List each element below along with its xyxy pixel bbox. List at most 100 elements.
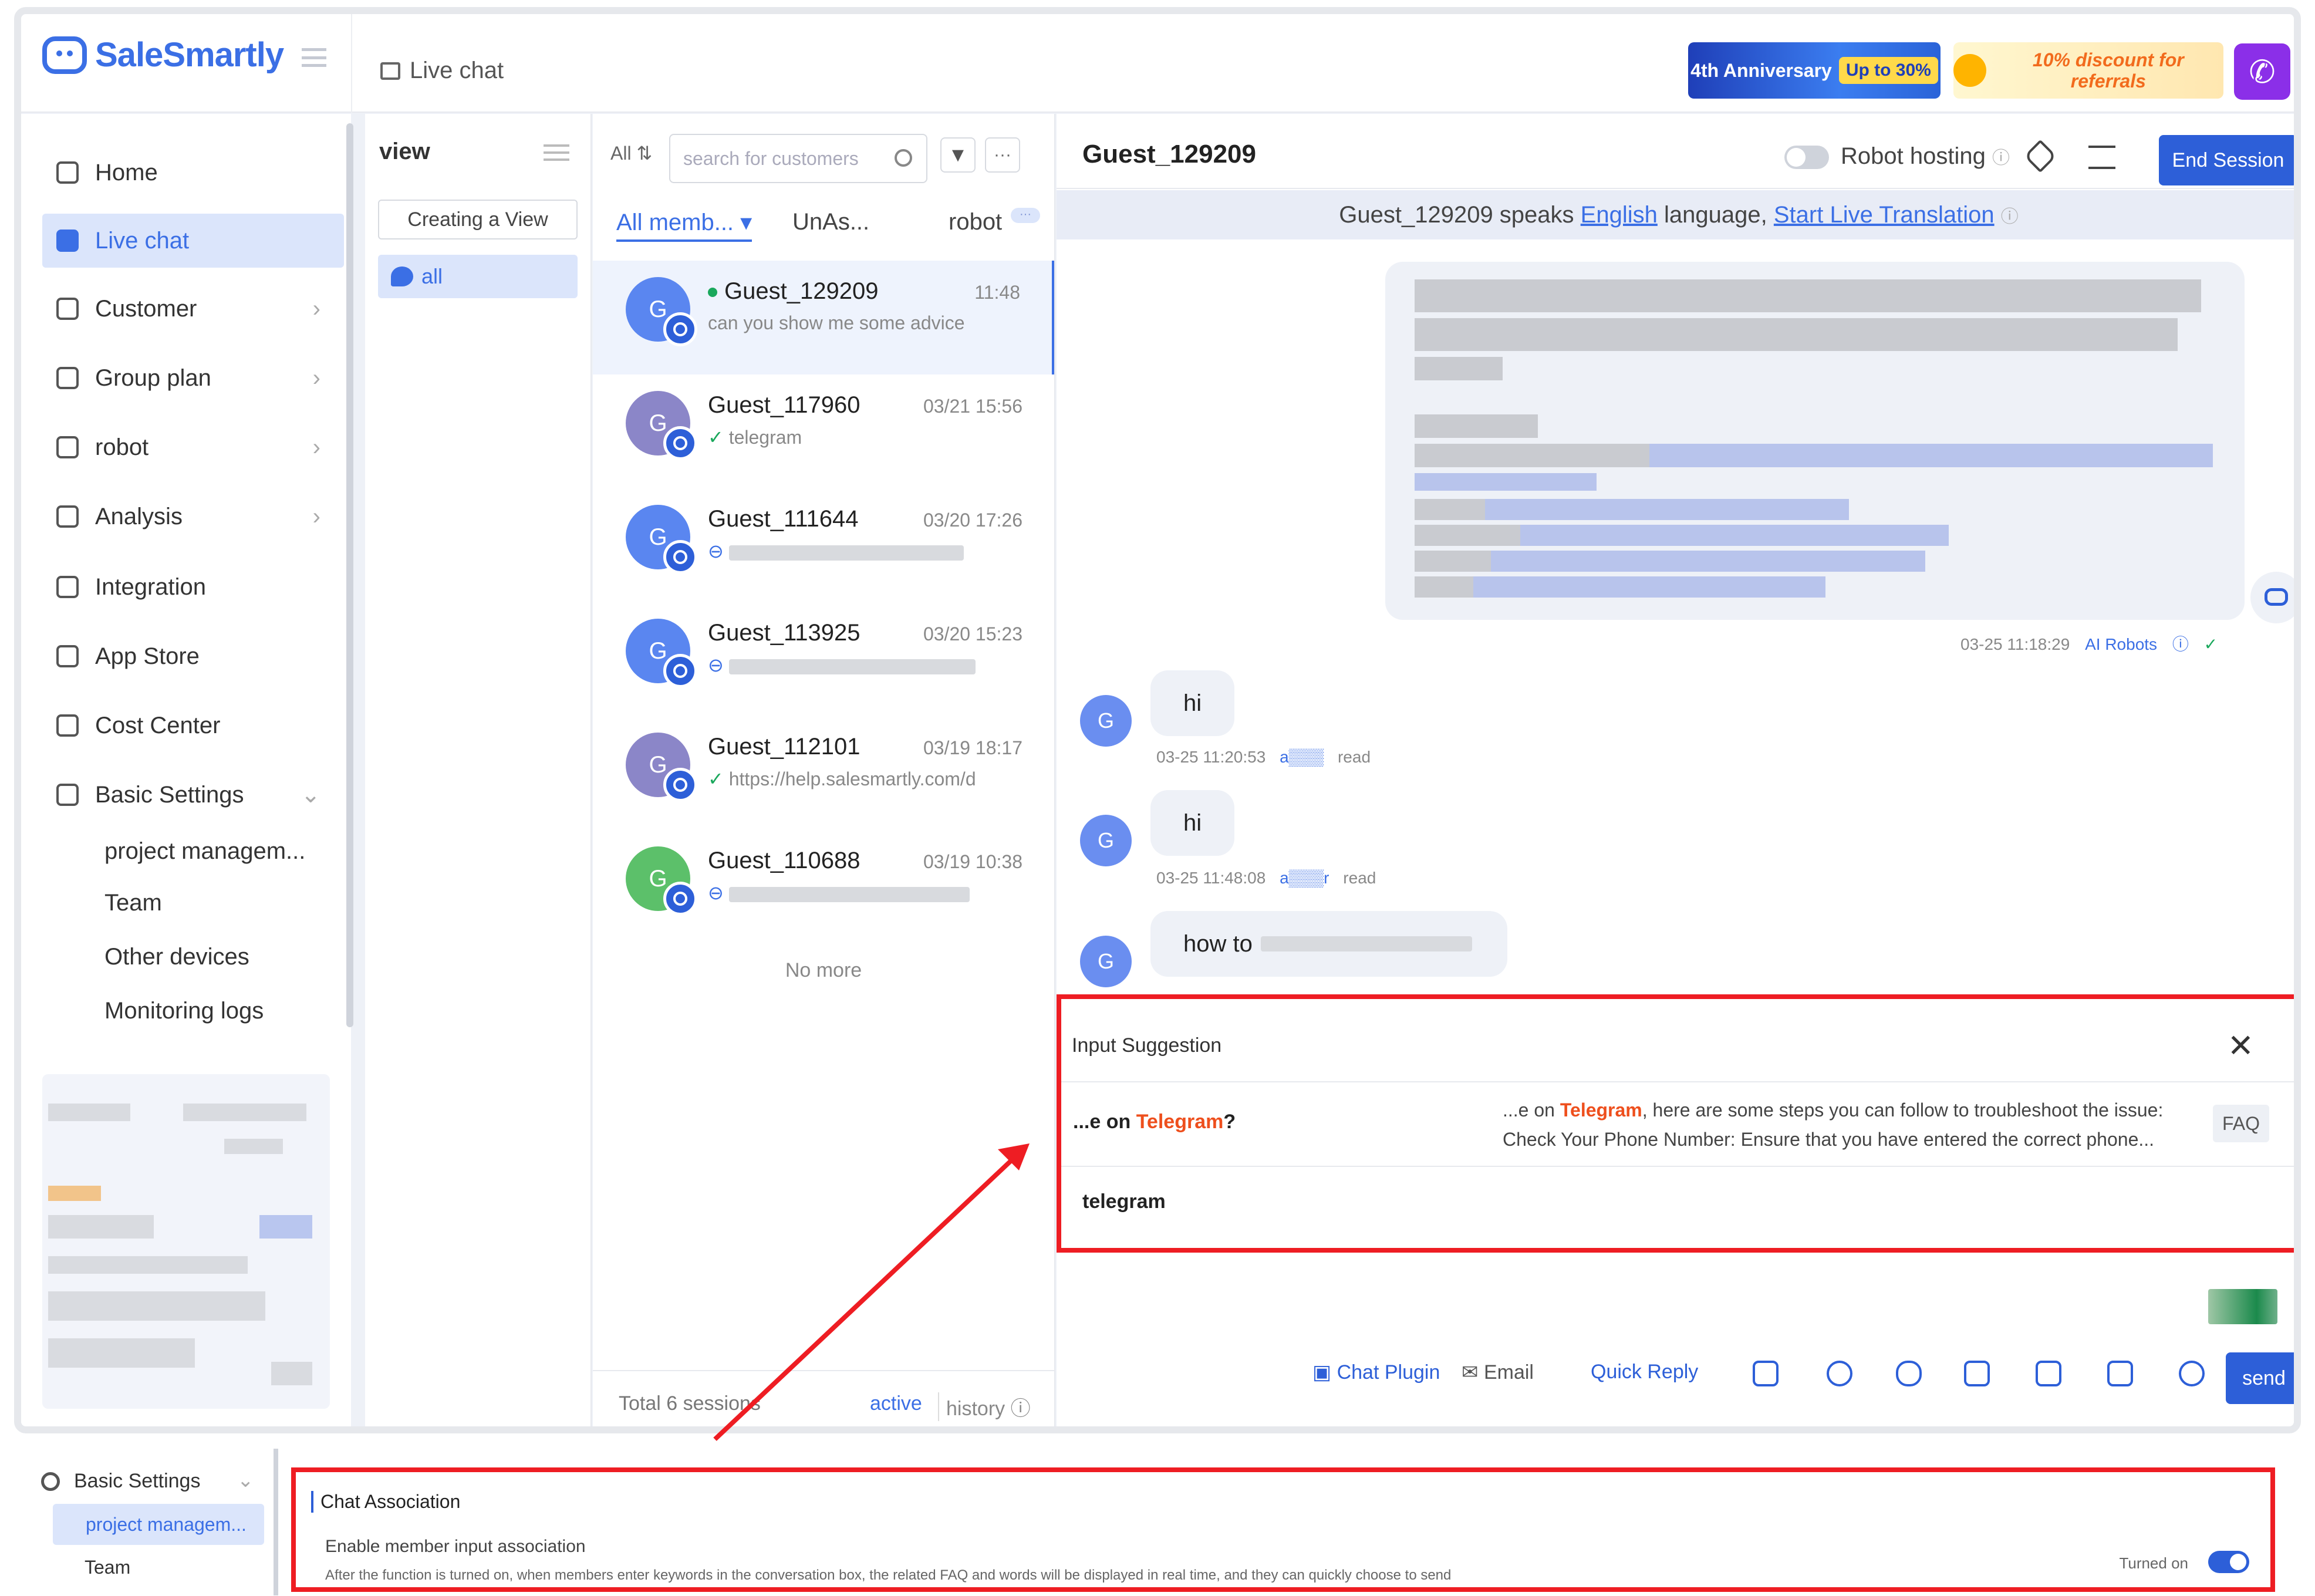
read-check-icon: ✓ — [708, 427, 729, 448]
email-tab[interactable]: ✉ Email — [1462, 1361, 1534, 1384]
sidebar-item-home[interactable]: Home — [42, 146, 344, 200]
settings-item-team[interactable]: Team — [85, 1557, 130, 1578]
chat-bubble-icon — [391, 266, 413, 286]
microphone-icon[interactable] — [1896, 1361, 1922, 1386]
quick-reply-button[interactable]: Quick Reply — [1591, 1361, 1698, 1384]
tab-live-chat[interactable]: Live chat — [380, 58, 504, 84]
tag-icon[interactable] — [2023, 139, 2057, 173]
whatsapp-icon[interactable]: ✆ — [2234, 43, 2290, 100]
tab-label: All memb... — [616, 210, 734, 235]
session-list: All ⇅ search for customers ▼ ··· All mem… — [593, 114, 1055, 1426]
language-link[interactable]: English — [1581, 202, 1658, 228]
image-icon[interactable] — [2036, 1361, 2061, 1386]
file-icon[interactable] — [1964, 1361, 1990, 1386]
avatar: G — [1080, 695, 1132, 747]
blurred-preview — [728, 659, 976, 674]
footer-active-link[interactable]: active — [870, 1392, 922, 1415]
session-item[interactable]: G Guest_112101 03/19 18:17 ✓ https://hel… — [593, 716, 1054, 830]
search-input[interactable]: search for customers — [669, 134, 927, 183]
robot-message-bubble — [1385, 262, 2245, 620]
create-view-button[interactable]: Creating a View — [378, 200, 578, 239]
faq-tag: FAQ — [2213, 1105, 2269, 1142]
blurred-text — [1415, 499, 1485, 520]
tab-robot[interactable]: robot — [949, 209, 1002, 235]
filter-button[interactable]: ▼ — [940, 137, 976, 173]
robot-hosting-text: Robot hosting — [1841, 143, 1986, 169]
member-input-association-toggle[interactable] — [2208, 1551, 2249, 1573]
help-icon: ⓘ — [2000, 207, 2019, 227]
collapse-menu-icon[interactable] — [302, 48, 326, 67]
footer-history-link[interactable]: history ⓘ — [938, 1392, 1031, 1421]
translation-banner: Guest_129209 speaks English language, St… — [1057, 190, 2294, 239]
blurred-badge — [48, 1186, 101, 1201]
session-item[interactable]: G Guest_111644 03/20 17:26 ⊖ — [593, 488, 1054, 602]
all-filter-dropdown[interactable]: All ⇅ — [610, 142, 652, 164]
emoji-icon[interactable] — [1827, 1361, 1852, 1386]
sidebar-item-label: Live chat — [95, 227, 190, 254]
blurred-text — [1415, 318, 2178, 351]
sidebar-item-live-chat[interactable]: Live chat — [42, 214, 344, 268]
sidebar-subitem-monitoring-logs[interactable]: Monitoring logs — [104, 998, 264, 1024]
link-icon[interactable] — [2179, 1361, 2205, 1386]
sidebar-item-group-plan[interactable]: Group plan › — [42, 351, 344, 405]
session-item[interactable]: G Guest_117960 03/21 15:56 ✓ telegram — [593, 374, 1054, 488]
sidebar-scrollbar[interactable] — [346, 123, 353, 1027]
search-list-icon[interactable] — [2088, 146, 2115, 169]
sidebar-subitem-team[interactable]: Team — [104, 890, 162, 916]
help-icon: ⓘ — [1992, 149, 2010, 168]
ai-robots-label: AI Robots — [2085, 635, 2158, 653]
suggestion-item[interactable]: ...e on Telegram? ...e on Telegram, here… — [1061, 1081, 2294, 1167]
start-translation-link[interactable]: Start Live Translation — [1774, 202, 1995, 228]
chat-icon — [380, 62, 400, 80]
session-item[interactable]: G Guest_129209 11:48 can you show me som… — [593, 261, 1054, 374]
robot-avatar-icon — [2250, 572, 2294, 623]
coin-icon — [1953, 54, 1986, 87]
message-input[interactable]: telegram — [1082, 1190, 1166, 1213]
blurred-link — [1520, 525, 1949, 546]
sidebar-item-basic-settings[interactable]: Basic Settings ⌄ — [42, 768, 344, 822]
send-button[interactable]: send — [2226, 1352, 2294, 1404]
settings-section[interactable]: Basic Settings — [41, 1470, 200, 1493]
view-menu-icon[interactable] — [544, 144, 569, 161]
sidebar-subitem-project-management[interactable]: project managem... — [104, 838, 305, 865]
chat-plugin-tab[interactable]: ▣ Chat Plugin — [1312, 1361, 1440, 1384]
sidebar: Home Live chat Customer › Group plan › r… — [21, 114, 353, 1426]
robot-hosting-toggle[interactable] — [1784, 146, 1829, 169]
message-text: how to — [1183, 930, 1253, 957]
blurred-text — [224, 1139, 283, 1154]
attachment-thumbnail[interactable] — [2208, 1289, 2277, 1324]
sidebar-subitem-other-devices[interactable]: Other devices — [104, 944, 249, 970]
composer-toolbar: ▣ Chat Plugin ✉ Email Quick Reply — [1057, 1345, 2294, 1404]
sidebar-item-analysis[interactable]: Analysis › — [42, 490, 344, 544]
blurred-button — [259, 1215, 312, 1239]
referral-banner[interactable]: 10% discount for referrals — [1953, 42, 2223, 99]
sidebar-item-robot[interactable]: robot › — [42, 420, 344, 474]
sidebar-item-integration[interactable]: Integration — [42, 560, 344, 614]
session-preview-text: telegram — [728, 427, 802, 448]
session-item[interactable]: G Guest_113925 03/20 15:23 ⊖ — [593, 602, 1054, 716]
tab-unassigned[interactable]: UnAs... — [792, 209, 869, 235]
blurred-text — [48, 1256, 248, 1274]
video-icon[interactable] — [2107, 1361, 2133, 1386]
view-item-all[interactable]: all — [378, 255, 578, 298]
close-icon[interactable]: ✕ — [2228, 1027, 2254, 1064]
chat-plugin-label: Chat Plugin — [1337, 1361, 1440, 1384]
brand-logo[interactable]: SaleSmartly — [42, 35, 284, 75]
answer-prefix: ...e on — [1503, 1099, 1555, 1121]
session-item[interactable]: G Guest_110688 03/19 10:38 ⊖ — [593, 830, 1054, 944]
sidebar-item-app-store[interactable]: App Store — [42, 629, 344, 683]
avatar: G — [1080, 936, 1132, 987]
settings-item-project-management[interactable]: project managem... — [53, 1504, 264, 1545]
sidebar-item-cost-center[interactable]: Cost Center — [42, 699, 344, 753]
tab-all-members[interactable]: All memb... ▾ — [616, 209, 752, 242]
sidebar-item-customer[interactable]: Customer › — [42, 282, 344, 336]
sidebar-item-label: Home — [95, 159, 158, 185]
more-button[interactable]: ··· — [985, 137, 1020, 173]
info-icon: ⓘ — [2172, 635, 2189, 653]
end-session-button[interactable]: End Session — [2159, 135, 2294, 185]
all-filter-label: All — [610, 143, 632, 164]
star-icon[interactable] — [1753, 1361, 1779, 1386]
wallet-icon — [56, 714, 79, 737]
anniversary-banner[interactable]: 4th Anniversary Up to 30% — [1688, 42, 1941, 99]
translate-prefix: Guest_129209 speaks — [1339, 202, 1574, 228]
